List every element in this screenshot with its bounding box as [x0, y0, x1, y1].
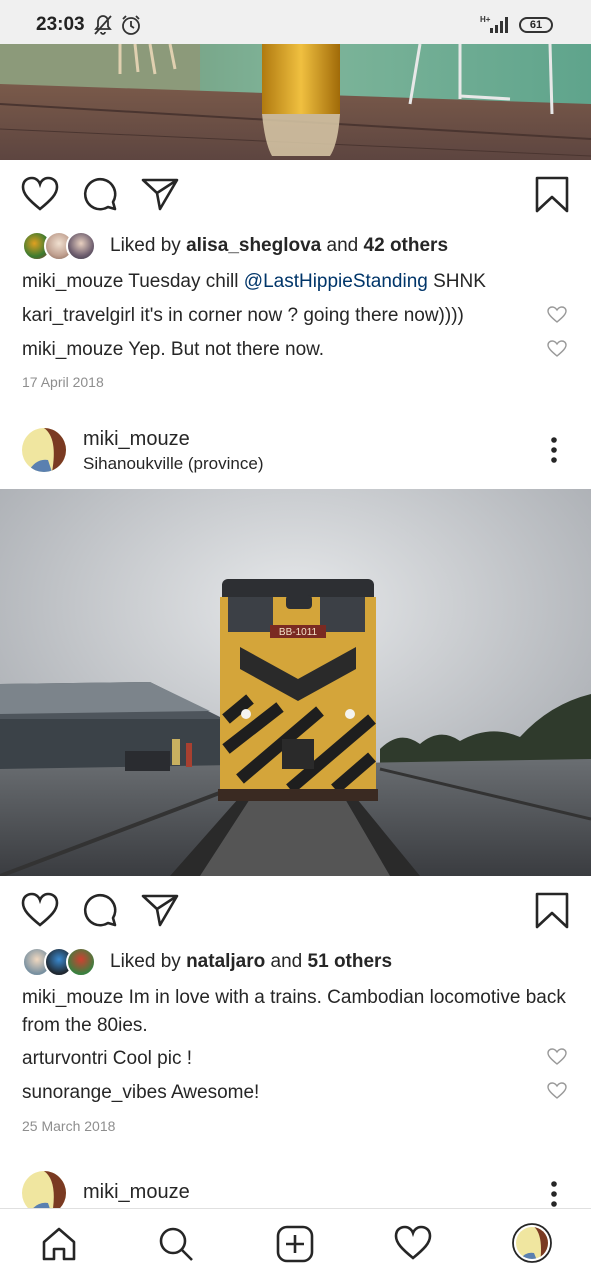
post2-likes[interactable]: Liked by nataljaro and 51 others: [22, 947, 392, 977]
comment-icon[interactable]: [82, 892, 118, 933]
bottom-nav: [0, 1208, 591, 1281]
save-icon[interactable]: [535, 176, 569, 219]
avatar[interactable]: [22, 1171, 66, 1208]
post1-caption: miki_mouze Tuesday chill @LastHippieStan…: [22, 268, 542, 296]
liked-and: and: [270, 951, 303, 972]
liked-by-prefix: Liked by: [110, 951, 181, 972]
alarm-icon: [120, 14, 142, 41]
liked-by-user[interactable]: alisa_sheglova: [186, 235, 321, 257]
caption-text-after: SHNK: [427, 271, 486, 292]
comment-text: Cool pic !: [107, 1048, 193, 1069]
post2-caption: miki_mouze Im in love with a trains. Cam…: [22, 984, 577, 1040]
caption-username[interactable]: miki_mouze: [22, 987, 123, 1008]
home-icon[interactable]: [40, 1225, 78, 1268]
comment: miki_mouze Yep. But not there now.: [22, 336, 542, 364]
avatar[interactable]: [22, 428, 66, 472]
post-username[interactable]: miki_mouze: [83, 1181, 190, 1204]
add-post-icon[interactable]: [276, 1225, 314, 1268]
post2-actions: [0, 892, 591, 942]
status-bar: 23:03 H+ 61: [0, 0, 591, 44]
share-icon[interactable]: [141, 176, 179, 217]
comment: sunorange_vibes Awesome!: [22, 1079, 542, 1107]
comment-like-icon[interactable]: [547, 340, 567, 363]
more-options-icon[interactable]: [550, 437, 558, 468]
liked-by-user[interactable]: nataljaro: [186, 951, 265, 973]
liker-avatars: [22, 947, 96, 977]
liker-avatars: [22, 231, 96, 261]
avatar: [66, 231, 96, 261]
post-date: 25 March 2018: [22, 1118, 116, 1134]
caption-text: Tuesday chill: [123, 271, 244, 292]
comment-text: Yep. But not there now.: [123, 339, 325, 360]
post1-photo[interactable]: [0, 44, 591, 160]
share-icon[interactable]: [141, 892, 179, 933]
feed[interactable]: Liked by alisa_sheglova and 42 others mi…: [0, 44, 591, 1208]
notifications-muted-icon: [93, 14, 113, 41]
post1-actions: [0, 176, 591, 226]
signal-icon: H+: [480, 14, 512, 39]
save-icon[interactable]: [535, 892, 569, 935]
status-time: 23:03: [36, 14, 85, 35]
comment-text: Awesome!: [166, 1082, 260, 1103]
post2-header: miki_mouze Sihanoukville (province): [0, 418, 591, 482]
comment-like-icon[interactable]: [547, 1048, 567, 1071]
comment-text: it's in corner now ? going there now)))): [134, 305, 464, 326]
post3-header: miki_mouze: [0, 1161, 591, 1208]
comment: arturvontri Cool pic !: [22, 1045, 542, 1073]
comment-icon[interactable]: [82, 176, 118, 217]
caption-mention[interactable]: @LastHippieStanding: [244, 271, 428, 292]
liked-and: and: [326, 235, 359, 256]
caption-username[interactable]: miki_mouze: [22, 271, 123, 292]
search-icon[interactable]: [157, 1225, 195, 1268]
post-username[interactable]: miki_mouze: [83, 428, 190, 451]
liked-others[interactable]: 51 others: [308, 951, 392, 973]
liked-by-prefix: Liked by: [110, 235, 181, 256]
battery-indicator: 61: [519, 17, 553, 33]
comment-username[interactable]: arturvontri: [22, 1048, 108, 1069]
post1-likes[interactable]: Liked by alisa_sheglova and 42 others: [22, 231, 448, 261]
comment: kari_travelgirl it's in corner now ? goi…: [22, 302, 542, 330]
liked-others[interactable]: 42 others: [364, 235, 448, 257]
avatar: [66, 947, 96, 977]
profile-avatar[interactable]: [512, 1223, 552, 1268]
post-location[interactable]: Sihanoukville (province): [83, 454, 263, 474]
post2-photo[interactable]: BB-1011: [0, 489, 591, 876]
like-icon[interactable]: [21, 176, 59, 217]
comment-like-icon[interactable]: [547, 306, 567, 329]
comment-username[interactable]: sunorange_vibes: [22, 1082, 167, 1103]
activity-heart-icon[interactable]: [394, 1225, 432, 1266]
more-options-icon[interactable]: [550, 1181, 558, 1208]
comment-like-icon[interactable]: [547, 1082, 567, 1105]
comment-username[interactable]: kari_travelgirl: [22, 305, 135, 326]
post-date: 17 April 2018: [22, 374, 104, 390]
comment-username[interactable]: miki_mouze: [22, 339, 123, 360]
train-plate: BB-1011: [279, 627, 318, 638]
like-icon[interactable]: [21, 892, 59, 933]
network-type: H+: [480, 15, 491, 24]
